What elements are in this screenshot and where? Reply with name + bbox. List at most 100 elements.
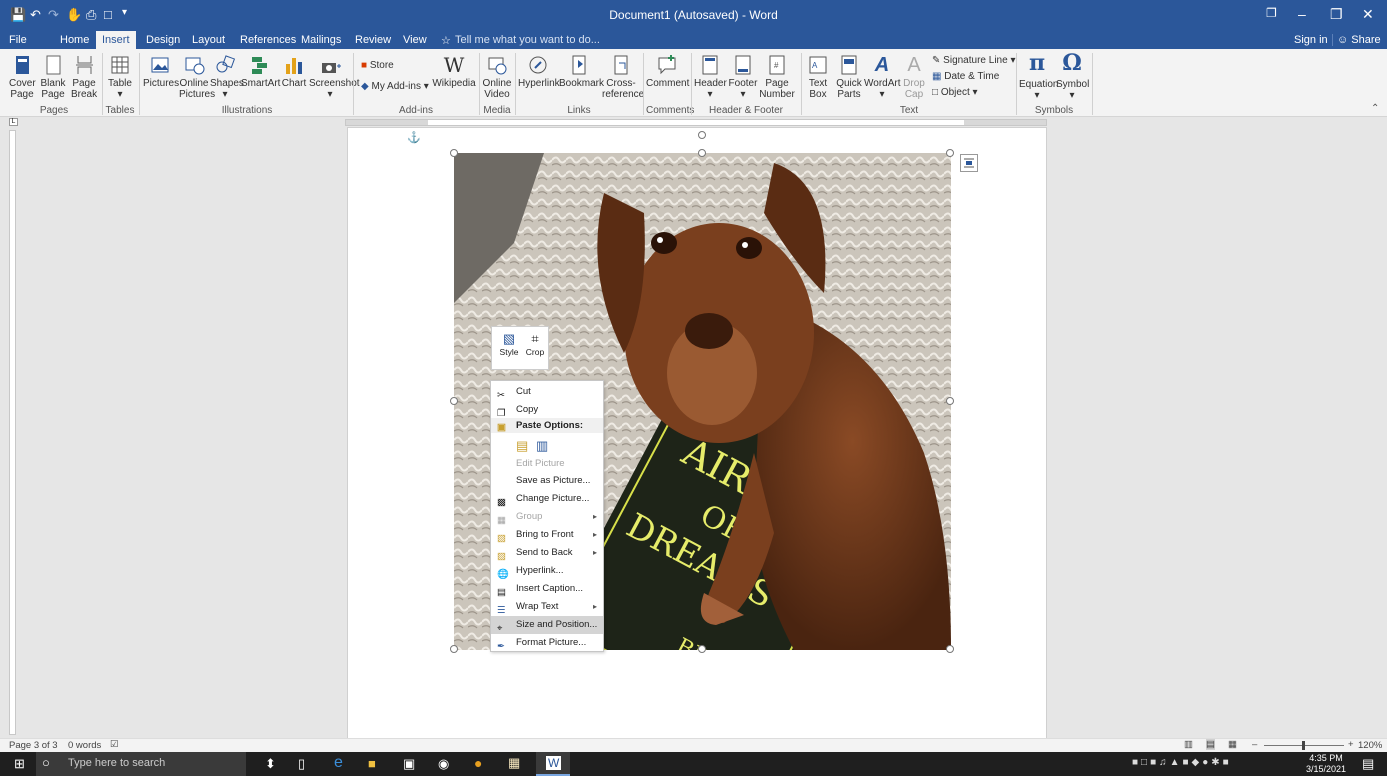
zoom-slider-thumb[interactable] [1302, 741, 1305, 750]
zoom-out-icon[interactable]: – [1252, 739, 1257, 750]
my-addins-button[interactable]: ◆ My Add-ins ▾ [361, 81, 429, 92]
resize-handle-se[interactable] [946, 645, 954, 653]
page-count[interactable]: Page 3 of 3 [9, 740, 58, 751]
layout-options-icon[interactable] [960, 154, 978, 172]
minimize-icon[interactable]: – [1298, 6, 1306, 22]
menu-bring-to-front[interactable]: ▧ Bring to Front ▸ [491, 526, 603, 544]
paste-picture-icon[interactable]: ▥ [536, 438, 548, 454]
tab-mailings[interactable]: Mailings [301, 34, 341, 46]
chart-button[interactable]: Chart [281, 54, 307, 89]
store-app-icon[interactable]: ▣ [403, 756, 415, 772]
print-layout-icon[interactable]: ▤ [1206, 739, 1215, 750]
quick-parts-button[interactable]: Quick Parts [834, 54, 864, 100]
system-tray-icons[interactable]: ■□■♫▲■◆●✱■ [1132, 757, 1232, 768]
online-video-button[interactable]: Online Video [482, 54, 512, 100]
bookmark-button[interactable]: Bookmark [559, 54, 604, 89]
chrome-icon[interactable]: ● [474, 755, 482, 771]
menu-edit-picture[interactable]: Edit Picture [491, 455, 603, 473]
cover-page-button[interactable]: Cover Page [9, 54, 36, 100]
taskbar-search-box[interactable]: ○ Type here to search [36, 752, 246, 776]
shapes-button[interactable]: Shapes ▾ [210, 54, 244, 100]
header-button[interactable]: Header ▾ [694, 54, 727, 100]
tab-file[interactable]: File [9, 34, 27, 46]
tab-design[interactable]: Design [146, 34, 180, 46]
tab-insert[interactable]: Insert [96, 31, 136, 49]
hyperlink-button[interactable]: Hyperlink [518, 54, 560, 89]
tab-selector-icon[interactable]: L [9, 118, 18, 126]
menu-save-as-picture[interactable]: Save as Picture... [491, 472, 603, 490]
tab-home[interactable]: Home [60, 34, 89, 46]
tab-references[interactable]: References [240, 34, 296, 46]
cross-reference-button[interactable]: Cross-reference [602, 54, 644, 100]
text-box-button[interactable]: A Text Box [804, 54, 832, 100]
menu-format-picture[interactable]: ✒ Format Picture... [491, 634, 603, 652]
zoom-in-icon[interactable]: + [1348, 739, 1354, 750]
ribbon-display-options-icon[interactable]: ❐ [1266, 6, 1277, 20]
menu-group[interactable]: ▦ Group ▸ [491, 508, 603, 526]
online-pictures-button[interactable]: Online Pictures [179, 54, 215, 100]
app-icon[interactable]: ◉ [438, 756, 449, 772]
footer-button[interactable]: Footer ▾ [727, 54, 759, 100]
read-mode-icon[interactable]: ▥ [1184, 739, 1193, 750]
windows-start-icon[interactable]: ⊞ [14, 756, 25, 772]
menu-send-to-back[interactable]: ▨ Send to Back ▸ [491, 544, 603, 562]
wordart-button[interactable]: A WordArt ▾ [864, 54, 901, 100]
signature-line-button[interactable]: ✎ Signature Line ▾ [932, 55, 1015, 66]
date-time-button[interactable]: ▦ Date & Time [932, 71, 999, 82]
menu-cut[interactable]: ✂ Cut [491, 383, 603, 401]
sign-in-link[interactable]: Sign in [1294, 34, 1328, 46]
menu-hyperlink[interactable]: 🌐 Hyperlink... [491, 562, 603, 580]
menu-size-and-position[interactable]: ⌖ Size and Position... [491, 616, 603, 634]
comment-button[interactable]: Comment [646, 54, 689, 89]
style-button[interactable]: ▧ Style [498, 331, 520, 357]
screenshot-button[interactable]: Screenshot ▾ [309, 54, 360, 100]
tab-layout[interactable]: Layout [192, 34, 225, 46]
tell-me-search[interactable]: Tell me what you want to do... [455, 34, 600, 46]
clock[interactable]: 4:35 PM 3/15/2021 [1306, 753, 1346, 775]
rotate-handle[interactable] [698, 131, 706, 139]
tab-view[interactable]: View [403, 34, 427, 46]
drop-cap-button[interactable]: A Drop Cap [901, 54, 927, 100]
task-view-icon[interactable]: ▯ [298, 756, 305, 772]
object-button[interactable]: □ Object ▾ [932, 87, 978, 98]
resize-handle-w[interactable] [450, 397, 458, 405]
share-button[interactable]: ☺ Share [1332, 34, 1381, 46]
menu-change-picture[interactable]: ▩ Change Picture... [491, 490, 603, 508]
menu-copy[interactable]: ❐ Copy [491, 401, 603, 419]
zoom-level[interactable]: 120% [1358, 740, 1382, 751]
equation-button[interactable]: π Equation ▾ [1019, 51, 1058, 101]
resize-handle-sw[interactable] [450, 645, 458, 653]
store-button[interactable]: ■ Store [361, 60, 394, 71]
symbol-button[interactable]: Ω Symbol ▾ [1056, 51, 1089, 101]
blank-page-button[interactable]: Blank Page [40, 54, 66, 100]
menu-wrap-text[interactable]: ☰ Wrap Text ▸ [491, 598, 603, 616]
tab-review[interactable]: Review [355, 34, 391, 46]
menu-insert-caption[interactable]: ▤ Insert Caption... [491, 580, 603, 598]
table-button[interactable]: Table ▾ [106, 54, 134, 100]
zoom-slider[interactable] [1264, 741, 1344, 750]
calculator-icon[interactable]: ▦ [508, 755, 520, 771]
restore-icon[interactable]: ❐ [1330, 6, 1343, 23]
notifications-icon[interactable]: ▤ [1362, 756, 1374, 772]
web-layout-icon[interactable]: ▦ [1228, 739, 1237, 750]
page-number-button[interactable]: # Page Number [759, 54, 795, 100]
word-count[interactable]: 0 words [68, 740, 101, 751]
horizontal-ruler[interactable] [345, 119, 1047, 126]
edge-browser-icon[interactable]: e [334, 754, 343, 772]
smartart-button[interactable]: SmartArt [241, 54, 280, 89]
resize-handle-nw[interactable] [450, 149, 458, 157]
word-taskbar-button[interactable]: W [536, 752, 570, 776]
collapse-ribbon-icon[interactable]: ⌃ [1371, 103, 1379, 114]
proofing-icon[interactable]: ☑ [110, 739, 119, 750]
page-break-button[interactable]: Page Break [71, 54, 97, 100]
file-explorer-icon[interactable]: ■ [368, 756, 376, 771]
pictures-button[interactable]: Pictures [143, 54, 179, 89]
microphone-icon[interactable]: ⬍ [265, 756, 276, 772]
vertical-ruler[interactable] [9, 130, 16, 735]
resize-handle-ne[interactable] [946, 149, 954, 157]
crop-button[interactable]: ⌗ Crop [523, 331, 547, 357]
resize-handle-s[interactable] [698, 645, 706, 653]
close-icon[interactable]: ✕ [1362, 6, 1374, 23]
resize-handle-e[interactable] [946, 397, 954, 405]
resize-handle-n[interactable] [698, 149, 706, 157]
